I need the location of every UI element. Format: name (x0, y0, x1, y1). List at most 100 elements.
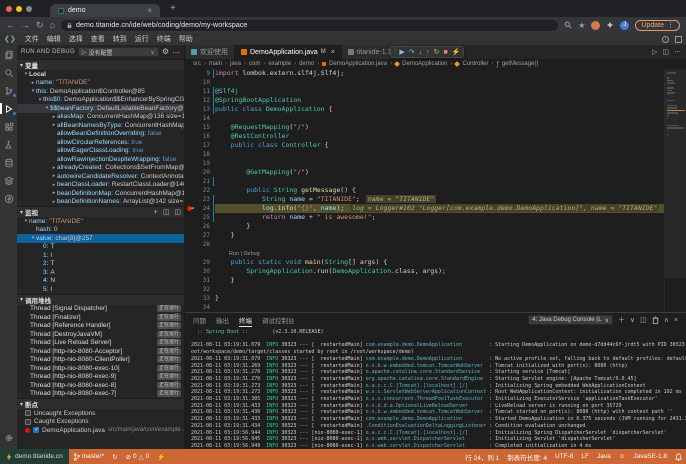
window-zoom-button[interactable] (26, 6, 32, 12)
variable-row[interactable]: ▾this$0:DemoApplication$$EnhancerBySprin… (17, 96, 184, 105)
problems-indicator[interactable]: ⊘0 △0 (122, 453, 154, 461)
menubar-item[interactable]: 转到 (109, 34, 131, 44)
thread-row[interactable]: Thread [http-nio-8080-exec-7]正在运行 (17, 390, 184, 399)
editor-more-icon[interactable]: ⋯ (674, 48, 681, 56)
panel-tab[interactable]: 终端 (239, 313, 252, 327)
source-control-icon[interactable] (3, 85, 14, 96)
variable-row[interactable]: ▸aliasMap:ConcurrentHashMap@136 size=1 (17, 113, 184, 122)
gutter[interactable]: 32 (185, 285, 215, 294)
gutter[interactable]: 13 (185, 105, 215, 114)
gutter[interactable]: 10 (185, 78, 215, 87)
minimap-slider[interactable] (665, 69, 686, 278)
gutter[interactable]: 15 (185, 123, 215, 132)
eol[interactable]: LF (577, 453, 593, 460)
code-line[interactable]: 18 (185, 150, 664, 159)
test-flask-icon[interactable] (3, 139, 14, 150)
info-icon[interactable]: i (662, 36, 669, 43)
jdk-indicator[interactable]: JavaSE-1.8 (629, 453, 671, 460)
step-out-icon[interactable]: ↑ (426, 49, 430, 56)
editor-tab[interactable]: DemoApplication.javaM× (235, 45, 342, 59)
code-line[interactable]: 21 (185, 177, 664, 186)
address-bar[interactable]: demo.titanide.cn/ide/web/coding/demo/my-… (61, 20, 558, 31)
variable-row[interactable]: ▸beanClassLoader:RestartClassLoader@140 (17, 181, 184, 190)
thread-row[interactable]: Thread [Signal Dispatcher]正在运行 (17, 305, 184, 314)
indentation[interactable]: 制表符长度: 4 (503, 452, 551, 462)
gutter[interactable]: 33 (185, 294, 215, 303)
breadcrumb-item[interactable]: Controller (462, 61, 488, 67)
watch-row[interactable]: 3:A (17, 268, 184, 277)
breadcrumb-item[interactable]: getMessage() (502, 61, 539, 67)
gutter[interactable]: 21 (185, 177, 215, 186)
bolt-icon[interactable] (3, 193, 14, 204)
step-over-icon[interactable]: ↷ (409, 49, 415, 56)
code-line[interactable]: 20 @GetMapping("/") (185, 168, 664, 177)
code-line[interactable]: 28 (185, 240, 664, 249)
code-line[interactable]: 27 } (185, 231, 664, 240)
panel-tab[interactable]: 问题 (193, 313, 206, 327)
code-line[interactable]: 33} (185, 294, 664, 303)
run-file-icon[interactable]: ▷ (652, 48, 657, 56)
notifications-bell[interactable] (671, 453, 686, 461)
breadcrumb-item[interactable]: DemoApplication (402, 61, 447, 67)
variable-row[interactable]: ▾this:DemoApplication$Controller@85 (17, 87, 184, 96)
breadcrumb-item[interactable]: DemoApplication.java (329, 61, 387, 67)
variable-row[interactable]: ▸autowireCandidateResolver:ContextAnnota… (17, 172, 184, 181)
cursor-position[interactable]: 行 24，列 1 (461, 452, 503, 462)
code-line[interactable]: 34 (185, 303, 664, 312)
close-section-icon[interactable]: ◫ (174, 208, 181, 216)
code-line[interactable]: 11@Slf4j (185, 87, 664, 96)
new-tab-button[interactable]: + (170, 3, 176, 14)
editor-tab[interactable]: 欢迎使用 (185, 45, 235, 59)
gutter[interactable]: 18 (185, 150, 215, 159)
restart-icon[interactable]: ↻ (434, 49, 440, 56)
variable-row[interactable]: ▸alreadyCreated:Collections$SetFromMap@1… (17, 164, 184, 173)
thread-row[interactable]: Thread [Finalizer]正在运行 (17, 313, 184, 322)
chevron-down-icon[interactable]: ∨ (630, 317, 635, 324)
watch-row[interactable]: ▾name:"TITANIDE" (17, 217, 184, 226)
codelens-label[interactable]: Run | Debug (215, 251, 260, 257)
code-line[interactable]: 19 (185, 159, 664, 168)
breakpoint-checkbox[interactable] (25, 410, 31, 416)
search-sidebar-icon[interactable] (3, 67, 14, 78)
browser-menu-icon[interactable]: ⋮ (667, 21, 674, 29)
new-terminal-icon[interactable]: ＋ (618, 317, 625, 324)
callstack-section-header[interactable]: ▾ 调用堆栈 (17, 294, 184, 305)
bookmark-star-icon[interactable]: ★ (578, 21, 585, 30)
layout-icon[interactable] (675, 36, 682, 43)
terminal-output[interactable]: :: Spring Boot :: (v2.3.10.RELEASE) 2021… (185, 327, 686, 449)
code-line[interactable]: 29 public static void main(String[] args… (185, 258, 664, 267)
variable-row[interactable]: ▾Local (17, 70, 184, 79)
variable-row[interactable]: ▸allBeanNamesByType:ConcurrentHashMap@13… (17, 121, 184, 130)
code-line[interactable]: 25 return name + " is awesome!"; (185, 213, 664, 222)
extensions-icon[interactable] (3, 121, 14, 132)
sidebar-more-icon[interactable]: ⋯ (172, 48, 180, 57)
gutter[interactable]: 16 (185, 132, 215, 141)
gutter[interactable]: 34 (185, 303, 215, 312)
code-line[interactable]: 30 SpringApplication.run(DemoApplication… (185, 267, 664, 276)
breakpoint-checkbox[interactable] (33, 427, 39, 433)
code-line[interactable]: 17 public class Controller { (185, 141, 664, 150)
split-terminal-icon[interactable]: ◫ (640, 317, 647, 324)
menubar-item[interactable]: 终端 (153, 34, 175, 44)
account-avatar[interactable]: J (620, 21, 629, 30)
close-panel-icon[interactable]: × (674, 317, 678, 324)
thread-row[interactable]: Thread [http-nio-8080-Acceptor]正在运行 (17, 347, 184, 356)
add-watch-icon[interactable]: + (154, 209, 158, 216)
language-mode[interactable]: Java (593, 453, 615, 460)
back-icon[interactable]: ← (6, 21, 15, 30)
forward-icon[interactable]: → (21, 21, 30, 30)
thread-row[interactable]: Thread [http-nio-8080-exec-10]正在运行 (17, 364, 184, 373)
branch-indicator[interactable]: master* (69, 453, 108, 461)
start-debug-icon[interactable]: ▷ (82, 49, 87, 56)
breadcrumb-item[interactable]: example (268, 61, 291, 67)
variable-row[interactable]: ▸name:"TITANIDE" (17, 79, 184, 88)
watch-row[interactable]: ▾value:char[8]@257 (17, 234, 184, 243)
debug-settings-gear-icon[interactable]: ⚙ (162, 48, 169, 56)
variable-row[interactable]: allowBeanDefinitionOverriding:false (17, 130, 184, 139)
breakpoints-section-header[interactable]: ▾ 断点 (17, 398, 184, 409)
gutter[interactable]: 27 (185, 231, 215, 240)
reload-icon[interactable]: ↻ (36, 21, 44, 30)
watch-row[interactable]: hash:0 (17, 226, 184, 235)
explorer-icon[interactable] (3, 49, 14, 60)
menubar-item[interactable]: 编辑 (43, 34, 65, 44)
